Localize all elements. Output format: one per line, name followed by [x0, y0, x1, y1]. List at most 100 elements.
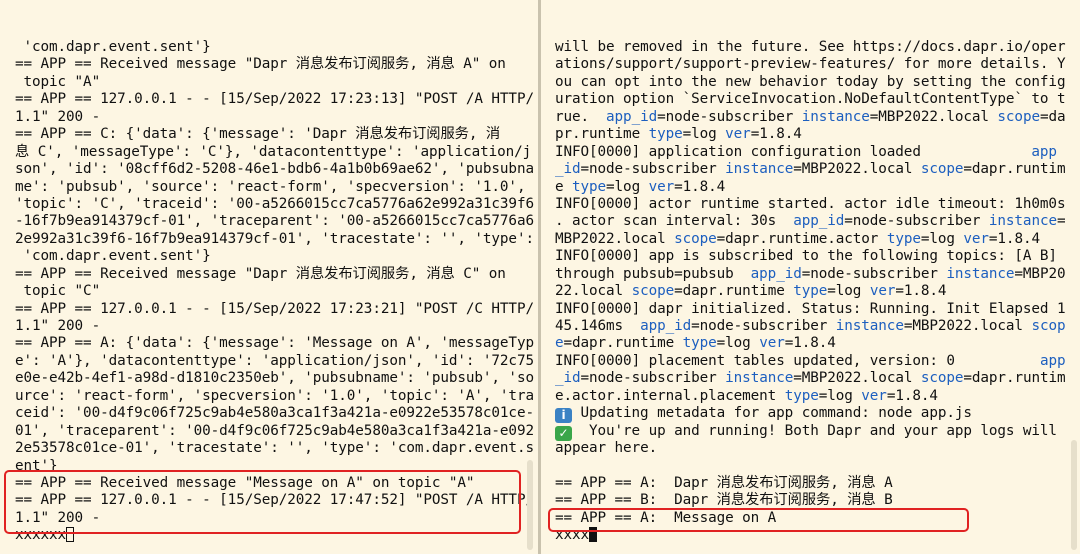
right-prompt-line[interactable]: xxxx: [555, 527, 1080, 544]
right-output-line: 22.local scope=dapr.runtime type=log ver…: [555, 283, 1080, 300]
left-output-line: 'com.dapr.event.sent'}: [15, 39, 211, 55]
log-text: INFO[0000] dapr initialized. Status: Run…: [555, 300, 1066, 317]
right-cursor: [589, 527, 598, 543]
log-text: =node-subscriber: [657, 108, 802, 125]
log-text: =1.8.4: [988, 230, 1040, 247]
right-output-line: e.actor.internal.placement type=log ver=…: [555, 388, 1080, 405]
log-text: =1.8.4: [784, 335, 836, 352]
log-text: MBP2022.local: [555, 230, 675, 247]
log-text: =dapr.runtime: [563, 335, 683, 352]
left-output-line: == APP == 127.0.0.1 - - [15/Sep/2022 17:…: [15, 300, 534, 317]
log-text: == APP == A: Message on A: [555, 509, 777, 526]
right-output-line: INFO[0000] application configuration loa…: [555, 144, 1080, 161]
left-output-line: e': 'A'}, 'datacontenttype': 'applicatio…: [15, 352, 534, 369]
log-key: ver: [725, 126, 751, 143]
right-output-line: ✓ You're up and running! Both Dapr and y…: [555, 422, 1080, 441]
log-text: =log: [606, 178, 649, 195]
log-text: e.actor.internal.placement: [555, 387, 785, 404]
log-text: through pubsub=pubsub: [555, 265, 751, 282]
left-output-line: ceid': '00-d4f9c06f725c9ab4e580a3ca1f3a4…: [15, 405, 534, 422]
log-key: app_id: [606, 108, 658, 125]
left-output-line: == APP == 127.0.0.1 - - [15/Sep/2022 17:…: [15, 492, 534, 509]
log-text: e: [555, 178, 573, 195]
left-output-line: 'topic': 'C', 'traceid': '00-a5266015cc7…: [15, 195, 534, 212]
right-scrollbar[interactable]: [1071, 440, 1077, 550]
log-text: rue.: [555, 108, 607, 125]
log-key: ver: [861, 387, 887, 404]
left-output-line: 01', 'traceparent': '00-d4f9c06f725c9ab4…: [15, 422, 534, 439]
log-key: ver: [648, 178, 675, 195]
log-text: =node-subscriber: [580, 370, 726, 387]
log-text: uration option `ServiceInvocation.NoDefa…: [555, 91, 1066, 108]
left-output-line: == APP == C: {'data': {'message': 'Dapr …: [15, 126, 501, 143]
log-text: =da: [1039, 108, 1066, 125]
log-key: type: [682, 335, 717, 352]
log-text: ations/support/support-preview-features/…: [555, 56, 1066, 73]
left-terminal-pane[interactable]: 'com.dapr.event.sent'} == APP == Received…: [0, 0, 538, 554]
right-terminal-pane[interactable]: will be removed in the future. See https…: [541, 0, 1080, 554]
log-key: scope: [920, 161, 964, 178]
left-output-line: 'com.dapr.event.sent'}: [15, 248, 211, 265]
left-output-line: -16f7b9ea914379cf-01', 'traceparent': '0…: [15, 213, 534, 230]
left-output-line: == APP == Received message "Dapr 消息发布订阅服…: [15, 265, 506, 282]
right-output-line: INFO[0000] dapr initialized. Status: Run…: [555, 301, 1080, 318]
right-output-line: _id=node-subscriber instance=MBP2022.loc…: [555, 161, 1080, 178]
log-text: =1.8.4: [750, 126, 802, 143]
log-text: =node-subscriber: [801, 265, 947, 282]
right-output-line: == APP == B: Dapr 消息发布订阅服务, 消息 B: [555, 492, 1080, 509]
log-key: instance: [725, 161, 794, 178]
right-output-line: ations/support/support-preview-features/…: [555, 56, 1080, 73]
log-text: =: [1056, 213, 1066, 230]
log-key: instance: [801, 108, 870, 125]
left-output-line: == APP == Received message "Message on A…: [15, 474, 475, 491]
log-text: 22.local: [555, 283, 632, 300]
log-text: =dapr.runtime: [674, 283, 794, 300]
right-prompt-text: xxxx: [555, 527, 590, 544]
right-output-line: will be removed in the future. See https…: [555, 39, 1080, 56]
log-text: =MBP2022.local: [903, 318, 1032, 334]
log-key: scope: [997, 108, 1040, 125]
left-output-line: topic "A": [15, 73, 101, 90]
left-output-line: == APP == Received message "Dapr 消息发布订阅服…: [15, 56, 506, 73]
log-text: =dapr.runtim: [963, 370, 1066, 387]
left-prompt-line[interactable]: xxxxxx: [15, 527, 538, 544]
log-key: scope: [631, 283, 675, 300]
right-output-line: rue. app_id=node-subscriber instance=MBP…: [555, 109, 1080, 126]
log-key: app: [1039, 352, 1066, 369]
right-output-line: . actor scan interval: 30s app_id=node-s…: [555, 213, 1080, 230]
log-text: =dapr.runtime.actor: [716, 230, 887, 247]
log-key: scop: [1031, 318, 1066, 334]
right-output-line: i Updating metadata for app command: nod…: [555, 405, 1080, 424]
right-output-line: MBP2022.local scope=dapr.runtime.actor t…: [555, 231, 1080, 248]
log-key: app_id: [793, 213, 845, 230]
right-output-line: INFO[0000] placement tables updated, ver…: [555, 353, 1080, 370]
log-text: appear here.: [555, 440, 658, 457]
log-key: _id: [555, 370, 581, 387]
log-key: type: [572, 178, 607, 195]
right-output-line: == APP == A: Dapr 消息发布订阅服务, 消息 A: [555, 475, 1080, 492]
log-text: =1.8.4: [886, 387, 938, 404]
left-output-line: 2e992a31c39f6-16f7b9ea914379cf-01', 'tra…: [15, 230, 534, 247]
right-terminal-output: will be removed in the future. See https…: [555, 39, 1080, 527]
left-output-line: e0e-e42b-4ef1-a98d-d1810c2350eb', 'pubsu…: [15, 370, 534, 387]
log-text: == APP == A: Dapr 消息发布订阅服务, 消息 A: [555, 474, 893, 491]
right-output-line: through pubsub=pubsub app_id=node-subscr…: [555, 266, 1080, 283]
left-output-line: topic "C": [15, 283, 101, 300]
log-text: 45.146ms: [555, 318, 641, 334]
log-text: INFO[0000] placement tables updated, ver…: [555, 352, 1040, 369]
left-cursor: [66, 527, 75, 543]
log-key: instance: [835, 318, 904, 334]
right-output-line: e type=log ver=1.8.4: [555, 179, 1080, 196]
right-output-line: e=dapr.runtime type=log ver=1.8.4: [555, 335, 1080, 352]
log-key: _id: [555, 161, 581, 178]
log-text: =node-subscriber: [844, 213, 989, 230]
right-output-line: == APP == A: Message on A: [555, 510, 1080, 527]
left-output-line: == APP == A: {'data': {'message': 'Messa…: [15, 335, 534, 352]
log-text: You're up and running! Both Dapr and you…: [572, 422, 1057, 439]
left-scrollbar[interactable]: [527, 460, 533, 550]
log-text: =1.8.4: [674, 178, 726, 195]
left-terminal-output: 'com.dapr.event.sent'} == APP == Received…: [15, 39, 538, 527]
log-text: . actor scan interval: 30s: [555, 213, 794, 230]
log-key: app_id: [640, 318, 692, 334]
right-output-line: appear here.: [555, 440, 1080, 457]
